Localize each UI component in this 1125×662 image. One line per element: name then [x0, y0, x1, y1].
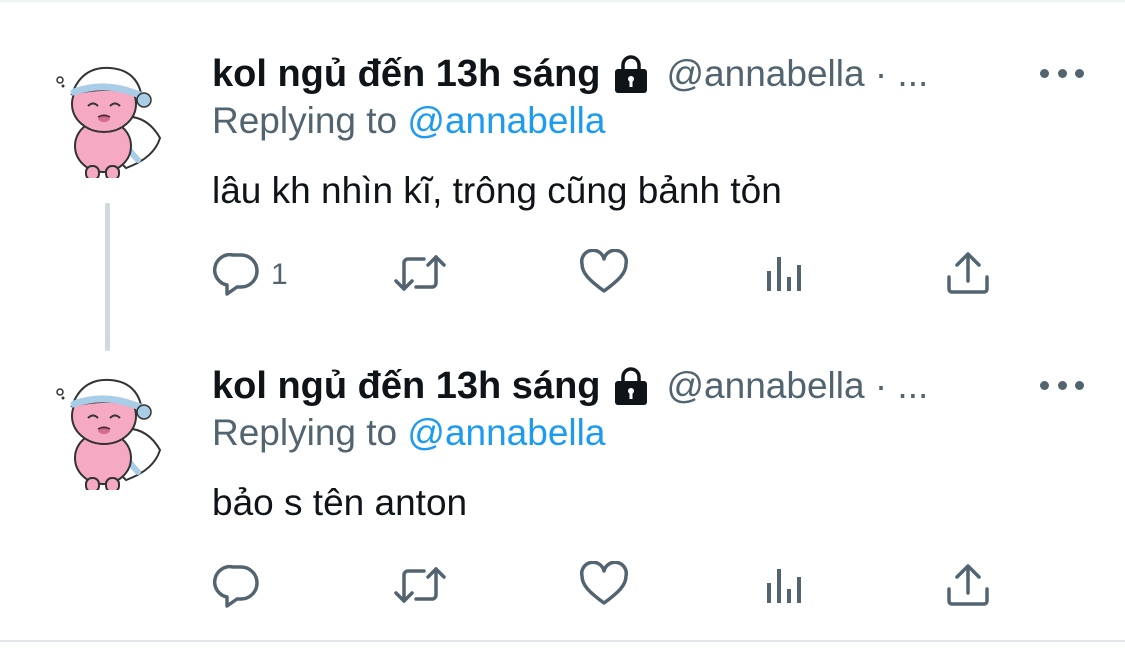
- handle-and-time[interactable]: @annabella · ...: [667, 53, 929, 95]
- views-button[interactable]: [764, 250, 808, 300]
- avatar[interactable]: [48, 370, 168, 493]
- replying-to: Replying to @annabella: [212, 100, 605, 142]
- lock-icon: [611, 366, 651, 406]
- display-name[interactable]: kol ngủ đến 13h sáng: [212, 365, 601, 408]
- more-icon[interactable]: [1040, 58, 1084, 88]
- like-button[interactable]: [579, 560, 629, 614]
- tweet-text: lâu kh nhìn kĩ, trông cũng bảnh tỏn: [212, 170, 782, 211]
- retweet-button[interactable]: [392, 562, 448, 612]
- share-icon: [944, 249, 992, 302]
- reply-button[interactable]: 1: [213, 250, 288, 300]
- tweet-text: bảo s tên anton: [212, 482, 468, 523]
- replying-prefix: Replying to: [212, 412, 398, 453]
- views-button[interactable]: [764, 562, 808, 612]
- tweet-header: kol ngủ đến 13h sáng @annabella · ...: [212, 50, 928, 98]
- replying-to: Replying to @annabella: [212, 412, 605, 454]
- replying-handle-link[interactable]: @annabella: [407, 100, 605, 141]
- display-name[interactable]: kol ngủ đến 13h sáng: [212, 53, 601, 96]
- top-divider: [0, 0, 1125, 2]
- action-bar: [0, 560, 1125, 614]
- like-icon: [579, 248, 629, 302]
- share-button[interactable]: [944, 562, 992, 612]
- handle-and-time[interactable]: @annabella · ...: [667, 365, 929, 407]
- reply-icon: [213, 249, 261, 302]
- share-icon: [944, 561, 992, 614]
- more-icon[interactable]: [1040, 370, 1084, 400]
- retweet-icon: [392, 561, 448, 614]
- like-icon: [579, 560, 629, 614]
- like-button[interactable]: [579, 248, 629, 302]
- tweet-header: kol ngủ đến 13h sáng @annabella · ...: [212, 362, 928, 410]
- retweet-icon: [392, 249, 448, 302]
- reply-button[interactable]: [213, 562, 271, 612]
- action-bar: 1: [0, 248, 1125, 302]
- replying-prefix: Replying to: [212, 100, 398, 141]
- tweet[interactable]: kol ngủ đến 13h sáng @annabella · ... Re…: [0, 50, 1125, 350]
- avatar[interactable]: [48, 58, 168, 181]
- reply-count: 1: [271, 258, 288, 291]
- views-icon: [764, 561, 808, 614]
- lock-icon: [611, 54, 651, 94]
- reply-icon: [213, 561, 261, 614]
- tweet[interactable]: kol ngủ đến 13h sáng @annabella · ... Re…: [0, 362, 1125, 662]
- share-button[interactable]: [944, 250, 992, 300]
- views-icon: [764, 249, 808, 302]
- replying-handle-link[interactable]: @annabella: [407, 412, 605, 453]
- retweet-button[interactable]: [392, 250, 448, 300]
- bottom-divider: [0, 640, 1125, 642]
